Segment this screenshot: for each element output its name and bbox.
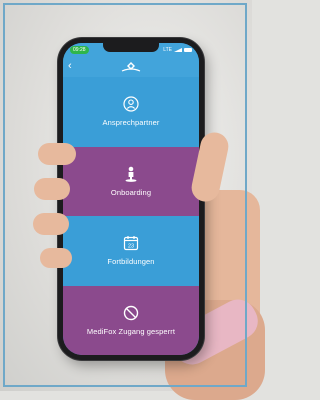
finger — [38, 143, 76, 165]
signal-icon — [174, 48, 182, 52]
status-bar: 09:28 LTE — [63, 43, 199, 57]
status-time: 09:28 — [70, 46, 89, 54]
finger — [34, 178, 70, 200]
menu-tile-ansprechpartner[interactable]: Ansprechpartner — [63, 77, 199, 147]
calendar-icon: 23 — [123, 236, 139, 251]
carrier-label: LTE — [163, 47, 172, 53]
app-screen: 09:28 LTE ‹ Ansprechpartner Onboarding 2… — [63, 43, 199, 355]
menu-tile-zugang-gesperrt[interactable]: MediFox Zugang gesperrt — [63, 285, 199, 355]
onboarding-person-icon — [125, 166, 137, 182]
contact-person-icon — [123, 96, 139, 112]
menu-tile-onboarding[interactable]: Onboarding — [63, 146, 199, 216]
chevron-left-icon[interactable]: ‹ — [68, 60, 72, 72]
menu-label-zugang-gesperrt: MediFox Zugang gesperrt — [86, 326, 176, 336]
battery-icon — [184, 48, 192, 52]
finger — [40, 248, 72, 268]
status-indicators: LTE — [163, 47, 192, 53]
menu-label-onboarding: Onboarding — [110, 187, 152, 197]
finger — [33, 213, 69, 235]
phone-notch — [103, 43, 159, 52]
menu-label-fortbildungen: Fortbildungen — [107, 257, 155, 267]
blocked-icon — [123, 305, 139, 320]
calendar-day: 23 — [128, 244, 134, 250]
menu-tile-fortbildungen[interactable]: 23 Fortbildungen — [63, 216, 199, 286]
medifox-logo — [121, 62, 141, 72]
smartphone: 09:28 LTE ‹ Ansprechpartner Onboarding 2… — [58, 38, 204, 360]
menu-label-ansprechpartner: Ansprechpartner — [102, 118, 160, 128]
app-bar: ‹ — [63, 57, 199, 77]
